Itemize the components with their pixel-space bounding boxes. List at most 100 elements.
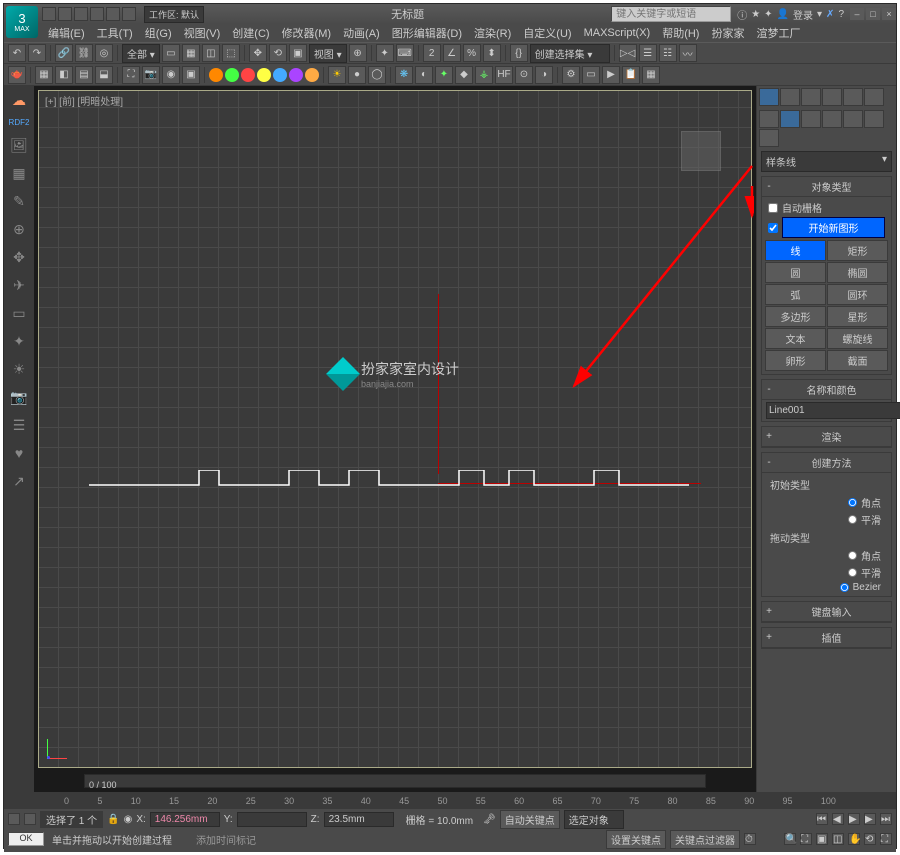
menu-animation[interactable]: 动画(A) [337, 23, 386, 43]
autogrid-checkbox[interactable] [768, 203, 778, 213]
qat-undo-icon[interactable] [90, 7, 104, 21]
ref-coord-dropdown[interactable]: 视图 ▾ [309, 44, 347, 63]
color-purple-icon[interactable] [289, 68, 303, 82]
object-type-button[interactable]: 星形 [827, 306, 888, 327]
qat-save-icon[interactable] [74, 7, 88, 21]
select-icon[interactable]: ▭ [162, 44, 180, 62]
object-type-button[interactable]: 椭圆 [827, 262, 888, 283]
object-type-button[interactable]: 矩形 [827, 240, 888, 261]
ring-icon[interactable]: ◯ [368, 66, 386, 84]
user-icon[interactable]: 👤 [777, 9, 789, 20]
keyboard-icon[interactable]: ⌨ [396, 44, 414, 62]
target-icon[interactable]: ⊕ [9, 219, 29, 239]
star-icon[interactable]: ★ [751, 9, 760, 20]
plane-icon[interactable]: ✈ [9, 275, 29, 295]
help-icon[interactable]: ? [838, 9, 844, 20]
named-selection-dropdown[interactable]: 创建选择集 ▾ [530, 44, 610, 63]
selection-filter-dropdown[interactable]: 全部 ▾ [122, 44, 160, 63]
goto-start-icon[interactable]: ⏮ [816, 813, 828, 825]
tool-icon[interactable]: ⛶ [122, 66, 140, 84]
menu-views[interactable]: 视图(V) [178, 23, 227, 43]
orbit-icon[interactable]: ⟲ [864, 833, 876, 845]
color-orange-icon[interactable] [209, 68, 223, 82]
teapot-icon[interactable]: 🫖 [8, 66, 26, 84]
cat-cameras[interactable] [822, 110, 842, 128]
viewcube[interactable] [681, 131, 721, 171]
named-sets-icon[interactable]: {} [510, 44, 528, 62]
grid-icon[interactable]: ▦ [9, 163, 29, 183]
start-new-shape-checkbox[interactable] [768, 223, 778, 233]
rotate-icon[interactable]: ⟲ [269, 44, 287, 62]
color-amber-icon[interactable] [305, 68, 319, 82]
z-coord-input[interactable] [324, 812, 394, 827]
menu-graph-editors[interactable]: 图形编辑器(D) [386, 23, 468, 43]
keyfilter-button[interactable]: 关键点过滤器 [670, 830, 740, 849]
heart-icon[interactable]: ♥ [9, 443, 29, 463]
menu-group[interactable]: 组(G) [139, 23, 178, 43]
tool-icon[interactable]: ▦ [35, 66, 53, 84]
tab-create[interactable] [759, 88, 779, 106]
maximize-viewport-icon[interactable]: ⛶ [880, 833, 892, 845]
tool-icon[interactable]: ◑ [535, 66, 553, 84]
share-icon[interactable]: ✦ [764, 9, 772, 20]
object-type-button[interactable]: 截面 [827, 350, 888, 371]
scale-icon[interactable]: ▣ [289, 44, 307, 62]
tool-icon[interactable]: ⬓ [95, 66, 113, 84]
grass-icon[interactable]: ⚶ [475, 66, 493, 84]
info-icon[interactable]: ⓘ [737, 7, 747, 22]
drag-bezier-radio[interactable] [840, 583, 849, 592]
redo-icon[interactable]: ↷ [28, 44, 46, 62]
tab-hierarchy[interactable] [801, 88, 821, 106]
key-target-dropdown[interactable]: 选定对象 [564, 810, 624, 829]
timeline-ruler[interactable]: 0510152025303540455055606570758085909510… [4, 793, 896, 809]
tool-icon[interactable]: ◆ [455, 66, 473, 84]
object-type-button[interactable]: 卵形 [765, 350, 826, 371]
render-setup-icon[interactable]: ⚙ [562, 66, 580, 84]
camera-icon[interactable]: 📷 [9, 387, 29, 407]
autokey-button[interactable]: 自动关键点 [500, 810, 560, 829]
rdf-cloud-icon[interactable]: ☁ [9, 90, 29, 110]
object-type-button[interactable]: 圆环 [827, 284, 888, 305]
time-slider-track[interactable]: 0 / 100 [84, 774, 706, 788]
object-type-button[interactable]: 线 [765, 240, 826, 261]
rollout-header[interactable]: -名称和颜色 [762, 380, 891, 400]
cat-spacewarps[interactable] [864, 110, 884, 128]
sun-icon[interactable]: ☀ [328, 66, 346, 84]
tool-icon[interactable]: ✦ [435, 66, 453, 84]
drag-corner-radio[interactable] [848, 551, 857, 560]
sphere-icon[interactable]: ● [348, 66, 366, 84]
spinner-snap-icon[interactable]: ⬍ [483, 44, 501, 62]
menu-edit[interactable]: 编辑(E) [42, 23, 91, 43]
tool-icon[interactable]: ▤ [75, 66, 93, 84]
zoom-extents-icon[interactable]: ▣ [816, 833, 828, 845]
tool-icon[interactable]: HF [495, 66, 513, 84]
rollout-header[interactable]: +键盘输入 [762, 602, 891, 622]
menu-modifiers[interactable]: 修改器(M) [276, 23, 338, 43]
object-type-button[interactable]: 弧 [765, 284, 826, 305]
y-coord-input[interactable] [237, 812, 307, 827]
app-logo[interactable]: 3MAX [6, 6, 38, 38]
rollout-header[interactable]: -对象类型 [762, 177, 891, 197]
object-type-button[interactable]: 多边形 [765, 306, 826, 327]
app-x-icon[interactable]: ✗ [826, 9, 834, 20]
pan-icon[interactable]: ✋ [848, 833, 860, 845]
caret-down-icon[interactable]: ▾ [817, 9, 822, 20]
link-icon[interactable]: 🔗 [55, 44, 73, 62]
drag-smooth-radio[interactable] [848, 568, 857, 577]
time-config-icon[interactable]: ⏱ [744, 833, 756, 845]
sphere-icon[interactable]: ◉ [124, 814, 133, 825]
color-blue-icon[interactable] [273, 68, 287, 82]
fov-icon[interactable]: ◫ [832, 833, 844, 845]
color-green-icon[interactable] [225, 68, 239, 82]
sun-icon[interactable]: ☀ [9, 359, 29, 379]
move-icon[interactable]: ✥ [9, 247, 29, 267]
play-icon[interactable]: ▶ [848, 813, 860, 825]
color-yellow-icon[interactable] [257, 68, 271, 82]
cat-systems[interactable] [759, 129, 779, 147]
script-status[interactable]: OK [8, 832, 44, 846]
select-name-icon[interactable]: ▦ [182, 44, 200, 62]
bind-icon[interactable]: ◎ [95, 44, 113, 62]
object-type-button[interactable]: 圆 [765, 262, 826, 283]
cat-geometry[interactable] [759, 110, 779, 128]
trackbar-icon[interactable] [24, 813, 36, 825]
